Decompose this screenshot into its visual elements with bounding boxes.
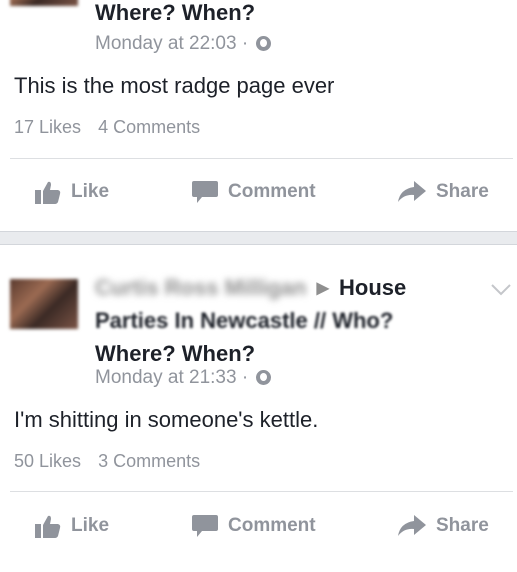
share-label: Share <box>436 515 489 536</box>
post-header-line-3: Where? When? <box>95 337 255 370</box>
like-label: Like <box>71 515 110 536</box>
avatar[interactable] <box>10 0 78 6</box>
comments-count[interactable]: 4 Comments <box>98 117 200 137</box>
comments-count[interactable]: 3 Comments <box>98 451 200 471</box>
likes-count[interactable]: 50 Likes <box>14 451 81 471</box>
group-name-part2[interactable]: Parties In Newcastle // Who? <box>95 308 393 333</box>
divider <box>10 491 513 492</box>
timestamp[interactable]: Monday at 22:03 <box>95 33 237 54</box>
divider <box>10 158 513 159</box>
post-header-line-2: Parties In Newcastle // Who? <box>95 304 393 337</box>
timestamp[interactable]: Monday at 21:33 <box>95 367 237 388</box>
post-body: I'm shitting in someone's kettle. <box>14 407 319 432</box>
meta-separator: · <box>241 367 249 388</box>
comment-label: Comment <box>228 181 316 202</box>
post-body: This is the most radge page ever <box>14 73 335 98</box>
comment-icon <box>192 181 218 203</box>
thumbs-up-icon <box>35 515 61 538</box>
share-arrow-icon <box>398 181 426 202</box>
share-label: Share <box>436 181 489 202</box>
globe-icon <box>256 36 272 51</box>
like-button[interactable]: Like <box>35 178 109 206</box>
comment-label: Comment <box>228 515 316 536</box>
post-meta: Monday at 21:33 · <box>95 367 272 389</box>
group-name-part1[interactable]: House <box>339 275 406 300</box>
globe-icon <box>256 370 272 385</box>
like-label: Like <box>71 181 110 202</box>
post-header: Curtis Ross Milligan ▶ House <box>95 271 495 305</box>
post-stats: 17 Likes 4 Comments <box>14 117 200 138</box>
share-arrow-icon <box>398 515 426 536</box>
arrow-right-icon: ▶ <box>316 280 329 297</box>
like-button[interactable]: Like <box>35 512 109 540</box>
thumbs-up-icon <box>35 181 61 204</box>
share-button[interactable]: Share <box>398 512 489 540</box>
post-header-line[interactable]: Where? When? <box>95 0 255 25</box>
post-meta: Monday at 22:03 · <box>95 33 272 55</box>
post-card-2: Curtis Ross Milligan ▶ House Parties In … <box>0 245 517 572</box>
share-button[interactable]: Share <box>398 178 489 206</box>
meta-separator: · <box>241 33 249 54</box>
author-name[interactable]: Curtis Ross Milligan <box>95 275 306 300</box>
post-stats: 50 Likes 3 Comments <box>14 451 200 472</box>
post-card-1: Where? When? Monday at 22:03 · This is t… <box>0 0 517 230</box>
comment-button[interactable]: Comment <box>192 512 316 540</box>
likes-count[interactable]: 17 Likes <box>14 117 81 137</box>
group-name-part3[interactable]: Where? When? <box>95 341 255 366</box>
feed-separator <box>0 231 517 245</box>
post-header[interactable]: Where? When? <box>95 0 255 29</box>
avatar[interactable] <box>10 279 78 329</box>
comment-button[interactable]: Comment <box>192 178 316 206</box>
comment-icon <box>192 515 218 537</box>
